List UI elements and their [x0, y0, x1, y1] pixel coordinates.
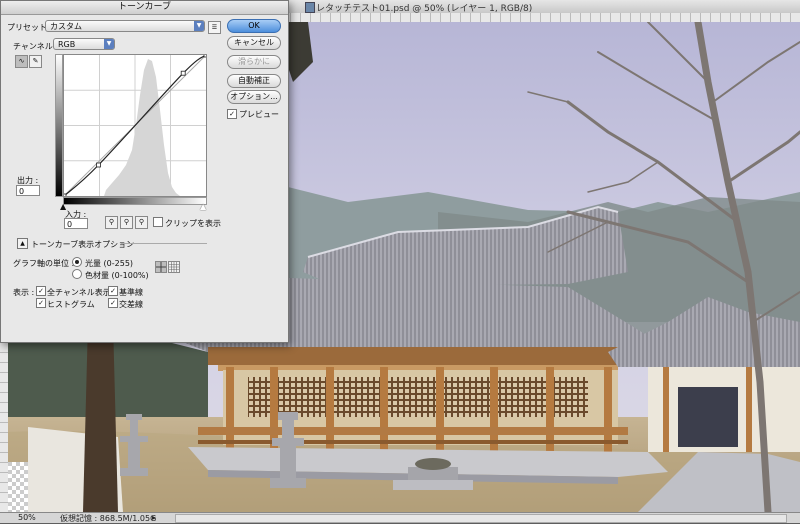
auto-button[interactable]: 自動補正	[227, 74, 281, 88]
cancel-button[interactable]: キャンセル	[227, 36, 281, 50]
curve-control-point[interactable]	[96, 162, 101, 168]
show-intersection-label: 交差線	[119, 300, 143, 309]
show-histogram-label: ヒストグラム	[47, 300, 95, 309]
histogram	[104, 59, 180, 196]
show-label: 表示 :	[13, 288, 35, 297]
preset-value: カスタム	[50, 22, 82, 31]
output-gradient-bar	[55, 54, 63, 197]
chevron-down-icon: ▼	[194, 21, 204, 31]
show-intersection-checkbox[interactable]: ✓	[108, 298, 118, 308]
grid-10-icon[interactable]	[168, 261, 180, 273]
units-label: グラフ軸の単位 :	[13, 259, 75, 268]
channel-select[interactable]: RGB ▼	[53, 38, 115, 50]
input-field[interactable]: 0	[64, 218, 88, 229]
options-button[interactable]: オプション...	[227, 90, 281, 104]
disclosure-triangle-icon[interactable]: ▲	[17, 238, 28, 249]
psd-file-icon	[305, 2, 315, 13]
curve-control-point[interactable]	[180, 70, 186, 76]
clip-checkbox[interactable]	[153, 217, 163, 227]
show-all-channels-label: 全チャンネル表示	[47, 288, 111, 297]
section-divider	[121, 243, 207, 244]
curve-graph-svg[interactable]	[61, 52, 209, 199]
preset-menu-icon[interactable]: ☰	[208, 21, 221, 34]
show-baseline-label: 基準線	[119, 288, 143, 297]
grid-4-icon[interactable]	[155, 261, 167, 273]
white-eyedropper-icon[interactable]: ⚲	[135, 216, 148, 229]
unit-light-label: 光量 (0-255)	[85, 259, 134, 268]
output-field[interactable]: 0	[16, 185, 40, 196]
memory-readout: 仮想記憶 : 868.5M/1.05G	[60, 514, 157, 523]
chevron-down-icon: ▼	[104, 39, 114, 49]
zoom-level[interactable]: 50%	[18, 513, 36, 522]
white-point-slider-icon[interactable]: ▲	[200, 202, 206, 211]
black-eyedropper-icon[interactable]: ⚲	[105, 216, 118, 229]
curve-point-tool-icon[interactable]: ∿	[15, 55, 28, 68]
grid-4-svg	[156, 262, 166, 272]
curves-dialog: トーンカーブ プリセット : カスタム ▼ ☰ チャンネル : RGB ▼ ∿ …	[0, 0, 289, 343]
display-options-label: トーンカーブ表示オプション	[31, 240, 135, 249]
show-baseline-checkbox[interactable]: ✓	[108, 286, 118, 296]
gray-eyedropper-icon[interactable]: ⚲	[120, 216, 133, 229]
pencil-tool-icon[interactable]: ✎	[29, 55, 42, 68]
unit-light-radio[interactable]	[72, 257, 82, 267]
status-bar: 50% 仮想記憶 : 868.5M/1.05G ▸	[0, 512, 800, 523]
preview-label: プレビュー	[239, 110, 279, 119]
channel-value: RGB	[58, 40, 76, 49]
clip-label: クリップを表示	[165, 219, 221, 228]
channel-label: チャンネル :	[13, 42, 58, 51]
preset-select[interactable]: カスタム ▼	[45, 20, 205, 32]
show-histogram-checkbox[interactable]: ✓	[36, 298, 46, 308]
input-gradient-bar	[63, 197, 207, 205]
show-all-channels-checkbox[interactable]: ✓	[36, 286, 46, 296]
smooth-button[interactable]: 滑らかに	[227, 55, 281, 69]
ok-button[interactable]: OK	[227, 19, 281, 33]
dialog-titlebar[interactable]: トーンカーブ	[1, 1, 288, 15]
curve-graph[interactable]	[61, 52, 209, 199]
preview-checkbox[interactable]: ✓	[227, 109, 237, 119]
status-menu-arrow-icon[interactable]: ▸	[152, 513, 156, 522]
unit-pigment-radio[interactable]	[72, 269, 82, 279]
curve-control-point[interactable]	[61, 193, 67, 199]
grid-10-svg	[169, 262, 179, 272]
curve-control-point[interactable]	[203, 52, 209, 58]
unit-pigment-label: 色材量 (0-100%)	[85, 271, 149, 280]
